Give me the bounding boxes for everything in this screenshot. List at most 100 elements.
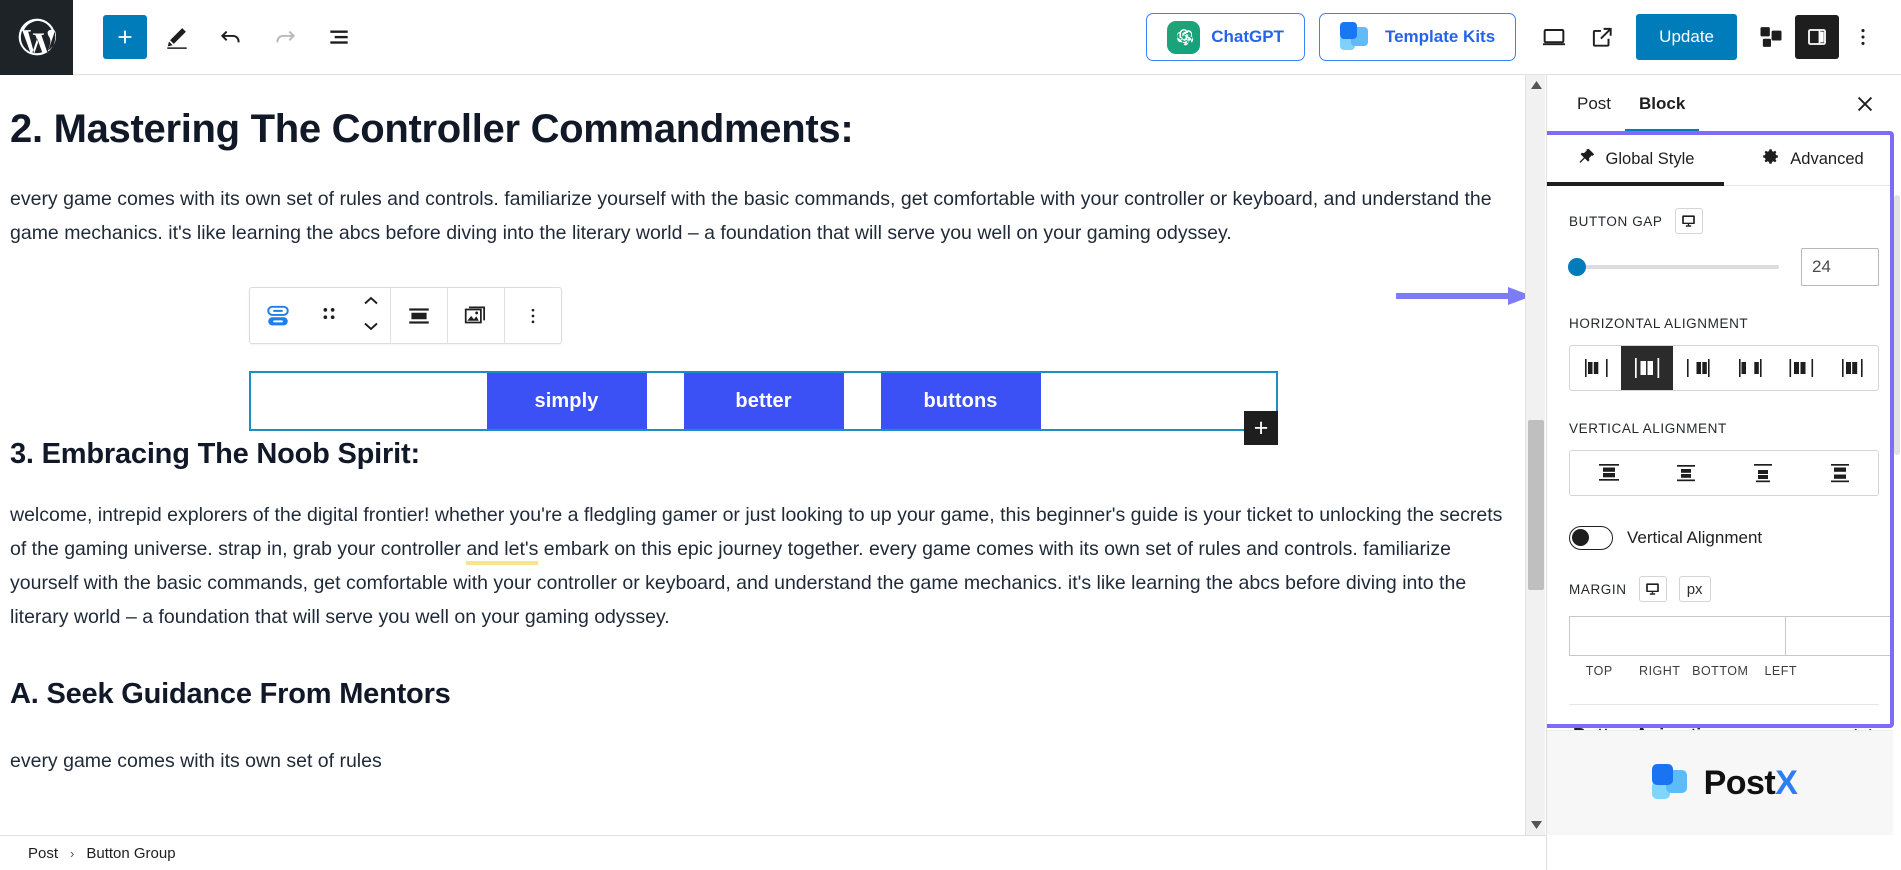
scroll-up-arrow-icon[interactable] <box>1526 75 1546 95</box>
settings-sidebar-icon[interactable] <box>1795 15 1839 59</box>
valign-middle[interactable] <box>1647 451 1724 495</box>
vertical-alignment-toggle-label: Vertical Alignment <box>1627 528 1763 547</box>
preview-desktop-icon[interactable] <box>1530 13 1578 61</box>
close-icon[interactable] <box>1845 84 1885 124</box>
tab-block[interactable]: Block <box>1625 75 1699 133</box>
blocks-grid-icon[interactable] <box>1747 13 1795 61</box>
template-kits-label: Template Kits <box>1384 27 1496 46</box>
toggle-knob <box>1572 529 1589 546</box>
button-gap-input[interactable] <box>1801 248 1879 286</box>
post-paragraph-3[interactable]: every game comes with its own set of rul… <box>10 745 1503 779</box>
block-toolbar-group-align <box>391 288 448 343</box>
tab-advanced[interactable]: Advanced <box>1724 133 1901 185</box>
template-kits-icon <box>1339 22 1374 52</box>
margin-label-left: LEFT <box>1764 664 1798 678</box>
scrollbar-thumb[interactable] <box>1528 420 1544 590</box>
margin-right-input[interactable] <box>1785 616 1901 656</box>
sidebar-scrollbar[interactable] <box>1893 75 1901 870</box>
add-button-appender[interactable]: + <box>1244 411 1278 445</box>
breadcrumb-item-button-group[interactable]: Button Group <box>86 845 175 862</box>
margin-top-input[interactable] <box>1569 616 1785 656</box>
settings-sidebar: Post Block Global Style Advanced BUTTON … <box>1546 75 1901 870</box>
pin-icon <box>1577 147 1596 171</box>
button-item[interactable]: simply <box>486 373 647 429</box>
chatgpt-icon <box>1167 20 1201 54</box>
block-toolbar-group-more <box>505 288 561 343</box>
move-down-chevron-icon[interactable] <box>361 319 381 338</box>
button-gap-label-row: BUTTON GAP <box>1569 208 1879 234</box>
block-toolbar-group-gallery <box>448 288 505 343</box>
vertical-alignment-group <box>1569 450 1879 496</box>
valign-bottom[interactable] <box>1724 451 1801 495</box>
post-heading-2[interactable]: 3. Embracing The Noob Spirit: <box>10 438 1503 471</box>
tab-post[interactable]: Post <box>1563 75 1625 133</box>
more-options-kebab-icon[interactable] <box>1839 13 1887 61</box>
canvas-scrollbar[interactable] <box>1525 75 1545 835</box>
post-paragraph-2[interactable]: welcome, intrepid explorers of the digit… <box>10 499 1503 634</box>
margin-label-row: MARGIN px <box>1569 576 1879 602</box>
halign-flex-end[interactable] <box>1672 346 1724 390</box>
list-view-icon[interactable] <box>315 13 363 61</box>
desktop-responsive-icon[interactable] <box>1674 208 1703 234</box>
sidebar-scrollbar-thumb[interactable] <box>1894 195 1900 455</box>
button-gap-slider-thumb[interactable] <box>1568 258 1587 276</box>
tools-pencil-icon[interactable] <box>153 13 201 61</box>
halign-space-around[interactable] <box>1775 346 1827 390</box>
halign-flex-start[interactable] <box>1570 346 1622 390</box>
editor-top-toolbar: ChatGPT Template Kits Update <box>0 0 1901 75</box>
button-item[interactable]: buttons <box>880 373 1041 429</box>
vertical-alignment-toggle[interactable] <box>1569 526 1613 550</box>
block-toolbar <box>249 287 562 344</box>
view-external-link-icon[interactable] <box>1578 13 1626 61</box>
scroll-down-arrow-icon[interactable] <box>1526 815 1546 835</box>
redo-icon[interactable] <box>261 13 309 61</box>
horizontal-alignment-label: HORIZONTAL ALIGNMENT <box>1569 316 1749 331</box>
template-kits-button[interactable]: Template Kits <box>1318 13 1517 61</box>
image-stack-icon[interactable] <box>448 288 504 343</box>
postx-branding: PostX <box>1547 730 1901 835</box>
post-paragraph-1[interactable]: every game comes with its own set of rul… <box>10 183 1503 250</box>
move-up-chevron-icon[interactable] <box>361 294 381 313</box>
block-options-kebab-icon[interactable] <box>505 288 561 343</box>
halign-space-between[interactable] <box>1723 346 1776 390</box>
align-center-icon[interactable] <box>391 288 447 343</box>
button-item[interactable]: better <box>683 373 844 429</box>
wordpress-logo[interactable] <box>0 0 73 75</box>
tab-global-style[interactable]: Global Style <box>1547 133 1724 186</box>
valign-stretch[interactable] <box>1801 451 1878 495</box>
margin-label-right: RIGHT <box>1639 664 1681 678</box>
buttons-block-icon[interactable] <box>250 288 306 343</box>
button-gap-slider[interactable] <box>1568 258 1779 276</box>
panel-body: BUTTON GAP HORIZONTAL ALIGNMENT <box>1547 186 1901 766</box>
halign-center[interactable] <box>1621 346 1673 390</box>
chatgpt-label: ChatGPT <box>1211 27 1284 46</box>
breadcrumb-item-post[interactable]: Post <box>28 845 58 862</box>
valign-top[interactable] <box>1570 451 1647 495</box>
post-heading-3[interactable]: A. Seek Guidance From Mentors <box>10 678 1503 711</box>
margin-unit-px[interactable]: px <box>1678 576 1711 602</box>
margin-label: MARGIN <box>1569 581 1627 597</box>
add-block-button[interactable] <box>103 15 147 59</box>
chatgpt-button[interactable]: ChatGPT <box>1146 13 1305 61</box>
post-heading-1[interactable]: 2. Mastering The Controller Commandments… <box>10 105 1503 153</box>
margin-label-bottom: BOTTOM <box>1692 664 1749 678</box>
margin-side-labels: TOP RIGHT BOTTOM LEFT <box>1569 664 1879 678</box>
drag-handle-icon[interactable] <box>306 288 352 343</box>
postx-mark-icon <box>1651 764 1694 802</box>
button-gap-control <box>1568 248 1879 286</box>
halign-space-evenly[interactable] <box>1826 346 1878 390</box>
undo-icon[interactable] <box>207 13 255 61</box>
block-toolbar-group-primary <box>250 288 391 343</box>
gear-icon <box>1761 147 1780 171</box>
breadcrumb-separator: › <box>70 845 75 861</box>
horizontal-alignment-group <box>1569 345 1879 391</box>
margin-desktop-responsive-icon[interactable] <box>1638 576 1667 602</box>
button-gap-label: BUTTON GAP <box>1569 213 1663 229</box>
margin-label-top: TOP <box>1585 664 1613 678</box>
update-button[interactable]: Update <box>1636 14 1737 60</box>
postx-panel-tabs: Global Style Advanced <box>1547 133 1901 186</box>
button-group-block[interactable]: simply better buttons + <box>249 371 1278 445</box>
postx-wordmark: PostX <box>1704 764 1798 803</box>
block-mover[interactable] <box>352 288 390 343</box>
tab-advanced-label: Advanced <box>1790 149 1864 168</box>
